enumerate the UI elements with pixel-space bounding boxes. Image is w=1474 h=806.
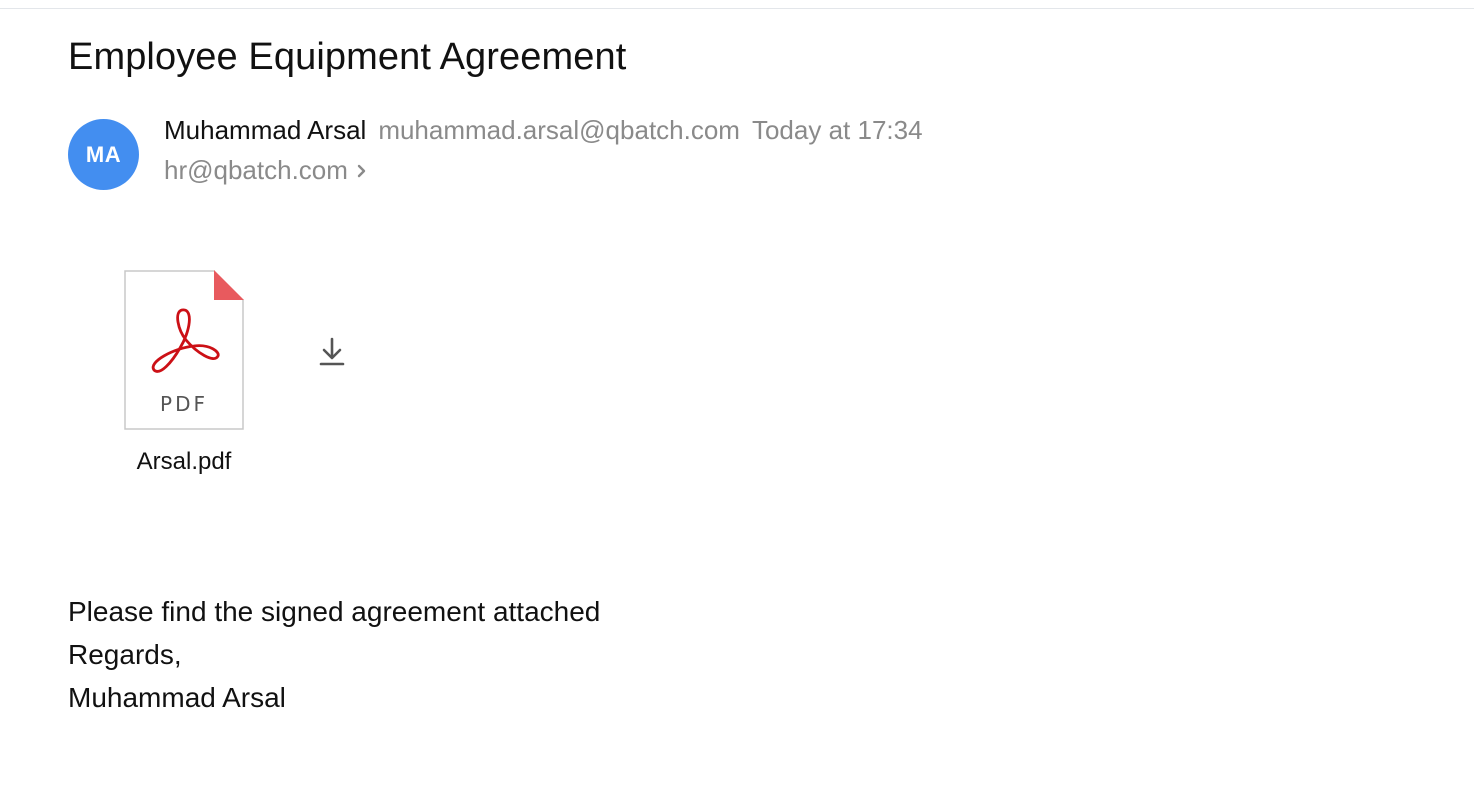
attachment-card[interactable]: PDF bbox=[124, 270, 244, 430]
attachment-filename[interactable]: Arsal.pdf bbox=[104, 446, 264, 478]
download-button[interactable] bbox=[314, 334, 350, 370]
sender-line: Muhammad Arsal muhammad.arsal@qbatch.com T… bbox=[164, 113, 923, 147]
body-line: Muhammad Arsal bbox=[68, 682, 286, 713]
download-icon bbox=[319, 337, 345, 366]
email-subject: Employee Equipment Agreement bbox=[68, 36, 627, 78]
sender-avatar[interactable]: MA bbox=[68, 119, 139, 190]
body-line: Regards, bbox=[68, 639, 182, 670]
sent-time: Today at 17:34 bbox=[751, 115, 923, 145]
sender-email[interactable]: muhammad.arsal@qbatch.com bbox=[378, 115, 740, 145]
body-line: Please find the signed agreement attache… bbox=[68, 596, 601, 627]
recipient-email: hr@qbatch.com bbox=[164, 155, 348, 185]
sender-name[interactable]: Muhammad Arsal bbox=[164, 115, 366, 145]
recipients-toggle[interactable]: hr@qbatch.com bbox=[164, 153, 368, 187]
chevron-right-icon bbox=[356, 153, 368, 187]
email-body: Please find the signed agreement attache… bbox=[68, 590, 600, 719]
file-type-label: PDF bbox=[160, 392, 208, 416]
top-divider bbox=[0, 8, 1474, 9]
